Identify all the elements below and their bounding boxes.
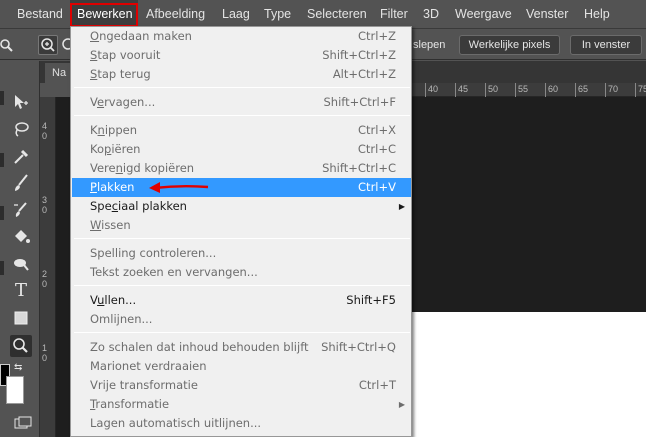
- menu-selecteren[interactable]: Selecteren: [307, 0, 367, 29]
- swap-colors-icon[interactable]: ⇆: [14, 362, 28, 374]
- menu-item-puppet-warp[interactable]: Marionet verdraaien: [72, 357, 411, 376]
- paint-bucket-icon[interactable]: [10, 226, 32, 248]
- menu-help[interactable]: Help: [584, 0, 610, 29]
- eyedropper-icon[interactable]: [10, 145, 32, 167]
- screen-mode-icon[interactable]: [14, 416, 32, 430]
- panel-grip: [0, 206, 4, 220]
- submenu-arrow-icon: ▶: [398, 400, 405, 409]
- menu-item-paste-special[interactable]: Speciaal plakken ▶: [72, 197, 411, 216]
- menu-item-content-aware-scale[interactable]: Zo schalen dat inhoud behouden blijft Shi…: [72, 338, 411, 357]
- ruler-tick: 50: [485, 83, 515, 97]
- annotation-arrow: [146, 178, 212, 196]
- ruler-tick: 60: [545, 83, 575, 97]
- menu-venster[interactable]: Venster: [526, 0, 568, 29]
- menu-item-fill[interactable]: Vullen... Shift+F5: [72, 291, 411, 310]
- brush-icon[interactable]: [10, 172, 32, 194]
- panel-grip: [0, 261, 4, 275]
- background-color-swatch[interactable]: [6, 376, 24, 404]
- menu-item-free-transform[interactable]: Vrije transformatie Ctrl+T: [72, 376, 411, 395]
- type-icon[interactable]: T: [10, 280, 32, 302]
- ruler-tick: 45: [455, 83, 485, 97]
- lasso-icon[interactable]: [10, 118, 32, 140]
- ruler-tick: 75: [635, 83, 646, 97]
- zoom-in-icon[interactable]: [38, 35, 58, 55]
- submenu-arrow-icon: ▶: [398, 202, 405, 211]
- history-brush-icon[interactable]: [10, 199, 32, 221]
- menu-bestand[interactable]: Bestand: [17, 0, 63, 29]
- left-ruler: 4 0 3 0 2 0 1 0: [40, 97, 56, 437]
- menu-bewerken[interactable]: Bewerken: [70, 0, 138, 29]
- menu-afbeelding[interactable]: Afbeelding: [146, 0, 205, 29]
- menu-filter[interactable]: Filter: [380, 0, 408, 29]
- menu-item-check-spelling[interactable]: Spelling controleren...: [72, 244, 411, 263]
- magnifier-icon[interactable]: [0, 37, 14, 53]
- menu-item-auto-align-layers[interactable]: Lagen automatisch uitlijnen...: [72, 414, 411, 433]
- actual-pixels-button[interactable]: Werkelijke pixels: [459, 35, 560, 55]
- menu-item-copy-merged[interactable]: Verenigd kopiëren Shift+Ctrl+C: [72, 159, 411, 178]
- menu-weergave[interactable]: Weergave: [455, 0, 512, 29]
- ruler-tick: 3 0: [42, 195, 48, 215]
- menu-bar: Bestand Bewerken Afbeelding Laag Type Se…: [0, 0, 646, 29]
- menu-3d[interactable]: 3D: [423, 0, 439, 29]
- ruler-tick: 1 0: [42, 343, 48, 363]
- rectangle-icon[interactable]: [10, 307, 32, 329]
- menu-separator: [74, 285, 410, 286]
- move-icon[interactable]: [10, 91, 32, 113]
- menu-type[interactable]: Type: [264, 0, 291, 29]
- menu-separator: [74, 115, 410, 116]
- panel-grip: [0, 91, 4, 105]
- ruler-tick: 4 0: [42, 121, 48, 141]
- menu-item-cut[interactable]: Knippen Ctrl+X: [72, 121, 411, 140]
- menu-item-copy[interactable]: Kopiëren Ctrl+C: [72, 140, 411, 159]
- menu-item-undo[interactable]: Ongedaan maken Ctrl+Z: [72, 27, 411, 46]
- menu-item-fade[interactable]: Vervagen... Shift+Ctrl+F: [72, 93, 411, 112]
- menu-item-find-replace-text[interactable]: Tekst zoeken en vervangen...: [72, 263, 411, 282]
- zoom-icon[interactable]: [10, 335, 32, 357]
- panel-grip: [0, 153, 4, 167]
- ruler-tick: 55: [515, 83, 545, 97]
- menu-item-clear[interactable]: Wissen: [72, 216, 411, 235]
- menu-separator: [74, 238, 410, 239]
- top-ruler: 40 45 50 55 60 65 70 75: [412, 83, 646, 97]
- menu-separator: [74, 87, 410, 88]
- ruler-tick: 65: [575, 83, 605, 97]
- menu-item-stroke[interactable]: Omlijnen...: [72, 310, 411, 329]
- dodge-icon[interactable]: [10, 253, 32, 275]
- menu-laag[interactable]: Laag: [222, 0, 250, 29]
- menu-item-paste[interactable]: Plakken Ctrl+V: [72, 178, 411, 197]
- menu-separator: [74, 332, 410, 333]
- document-canvas[interactable]: [412, 312, 646, 437]
- drag-option-label[interactable]: slepen: [413, 35, 445, 55]
- fit-window-button[interactable]: In venster: [570, 35, 642, 55]
- menu-item-transform[interactable]: Transformatie ▶: [72, 395, 411, 414]
- edit-menu-dropdown: Ongedaan maken Ctrl+Z Stap vooruit Shift+C…: [70, 26, 412, 437]
- ruler-tick: 70: [605, 83, 635, 97]
- menu-item-step-backward[interactable]: Stap terug Alt+Ctrl+Z: [72, 65, 411, 84]
- menu-item-step-forward[interactable]: Stap vooruit Shift+Ctrl+Z: [72, 46, 411, 65]
- ruler-tick: 40: [425, 83, 455, 97]
- ruler-tick: 2 0: [42, 269, 48, 289]
